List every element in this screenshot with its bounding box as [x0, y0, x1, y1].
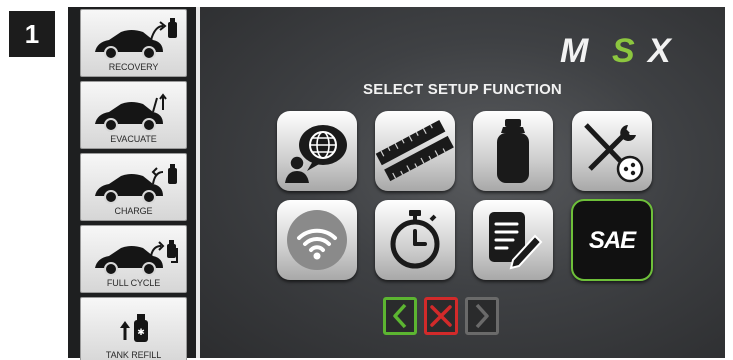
- tank-refill-icon: ✱: [120, 314, 148, 342]
- back-button[interactable]: [383, 297, 417, 335]
- tile-time[interactable]: [375, 200, 455, 280]
- tile-notes[interactable]: [473, 200, 553, 280]
- tile-wifi[interactable]: [277, 200, 357, 280]
- refrigerant-tank-icon: [497, 119, 529, 183]
- sidebar-item-tank-refill[interactable]: ✱ TANK REFILL: [80, 297, 187, 360]
- tile-language[interactable]: [277, 111, 357, 191]
- sidebar-item-recovery[interactable]: RECOVERY: [80, 9, 187, 77]
- sidebar-item-label: RECOVERY: [108, 62, 159, 72]
- svg-text:✱: ✱: [137, 328, 145, 338]
- sidebar-item-evacuate[interactable]: EVACUATE: [80, 81, 187, 149]
- car-evacuate-icon: [95, 93, 167, 132]
- notepad-pen-icon: [489, 212, 543, 270]
- forward-button[interactable]: [465, 297, 499, 335]
- device-screen-frame: RECOVERY EVACUATE CHARGE FULL CYCLE ✱ TA…: [68, 7, 725, 360]
- tile-sae[interactable]: SAE: [571, 199, 653, 281]
- tile-tank[interactable]: [473, 111, 553, 191]
- close-x-icon: [430, 305, 452, 327]
- msx-logo: M S X: [560, 32, 673, 67]
- svg-text:S: S: [612, 32, 635, 67]
- main-screen: M S X SELECT SETUP FUNCTION SAE: [200, 7, 725, 358]
- step-number-badge: 1: [9, 11, 55, 57]
- page-title: SELECT SETUP FUNCTION: [363, 81, 562, 98]
- sidebar-item-label: FULL CYCLE: [106, 278, 161, 288]
- chevron-left-icon: [393, 303, 407, 329]
- car-recovery-icon: [95, 18, 177, 60]
- svg-text:M: M: [560, 32, 589, 67]
- sidebar-item-label: CHARGE: [114, 206, 153, 216]
- language-globe-icon: [285, 125, 347, 183]
- car-full-cycle-icon: [95, 240, 178, 276]
- tile-units[interactable]: [375, 111, 455, 191]
- cancel-button[interactable]: [424, 297, 458, 335]
- stopwatch-icon: [390, 210, 440, 269]
- sidebar-item-charge[interactable]: CHARGE: [80, 153, 187, 221]
- measuring-tape-icon: [375, 119, 454, 182]
- sae-logo-icon: SAE: [588, 227, 636, 254]
- sidebar-item-label: EVACUATE: [110, 134, 157, 144]
- sidebar-item-label: TANK REFILL: [105, 350, 162, 360]
- tools-service-icon: [584, 123, 644, 183]
- car-charge-icon: [95, 164, 177, 204]
- svg-text:X: X: [646, 32, 673, 67]
- sidebar-item-full-cycle[interactable]: FULL CYCLE: [80, 225, 187, 293]
- tile-service[interactable]: [572, 111, 652, 191]
- wifi-icon: [287, 210, 347, 270]
- sidebar: RECOVERY EVACUATE CHARGE FULL CYCLE ✱ TA…: [68, 7, 196, 360]
- chevron-right-icon: [475, 303, 489, 329]
